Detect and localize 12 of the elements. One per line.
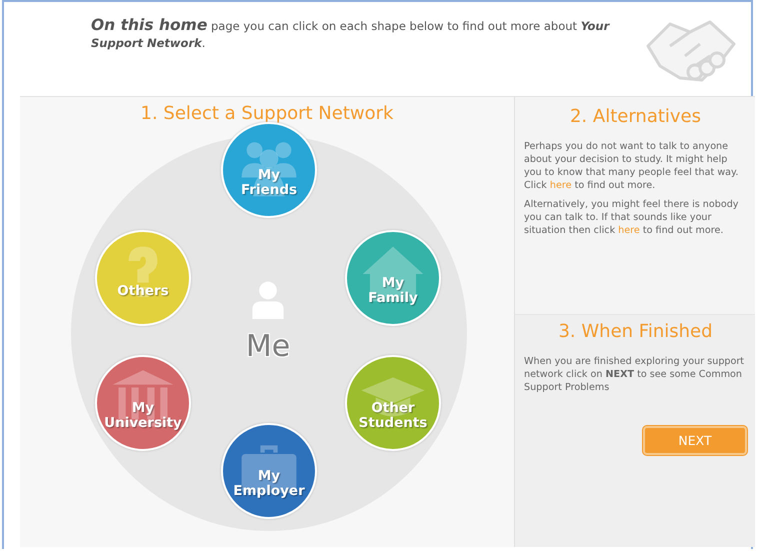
here-link[interactable]: here [618, 225, 640, 236]
instruction-text: When you are finished exploring your support network click on NEXT to see some Common Support Problems [524, 355, 746, 394]
me-label: Me [244, 329, 292, 364]
section-heading: 1. Select a Support Network [140, 102, 394, 124]
person-icon [251, 281, 285, 319]
here-link[interactable]: here [550, 180, 572, 191]
section-heading: 3. When Finished [557, 321, 714, 342]
next-button[interactable]: NEXT [643, 426, 747, 455]
info-text: Perhaps you do not want to talk to anyone about your decision to study. It might help you to know that many people feel that way. Click here to find out more. [524, 140, 740, 192]
intro-text: On this home page you can click on each shape below to find out more about Your Support Network. [91, 17, 611, 52]
info-text: Alternatively, you might feel there is nobody you can talk to. If that sounds like your situation then click here to find out more. [524, 198, 740, 237]
section-heading: 2. Alternatives [568, 106, 702, 127]
